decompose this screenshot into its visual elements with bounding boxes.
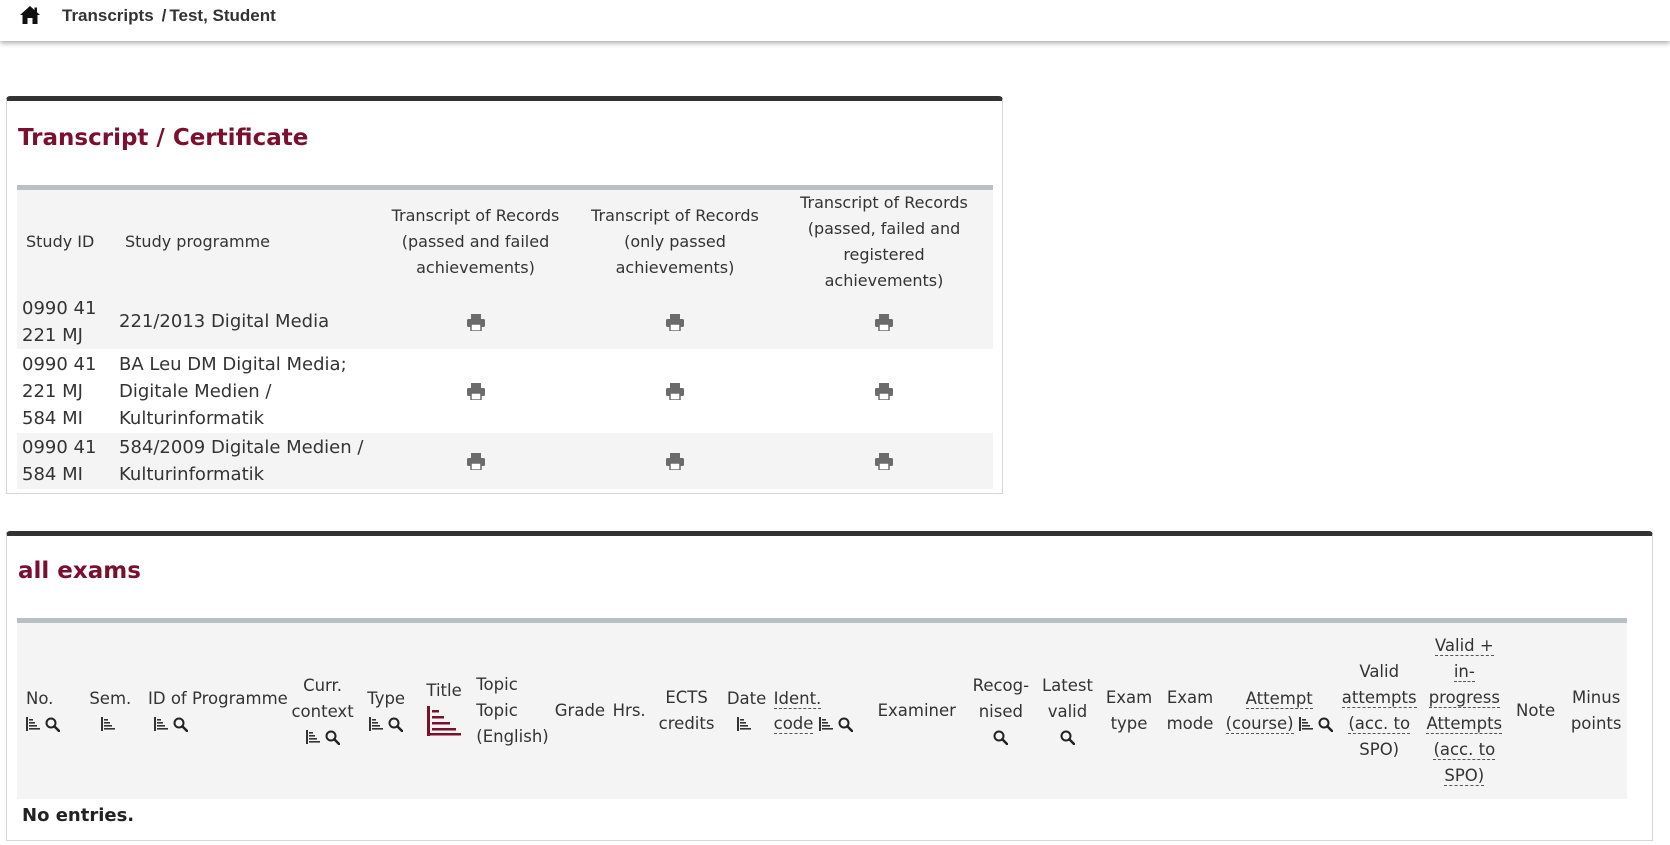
print-tor-registered[interactable] [775, 349, 993, 433]
col-exam-type: Exam type [1105, 687, 1153, 733]
col-tor-passed-failed: Transcript of Records (passed and failed a… [391, 206, 560, 277]
col-attempt-course: Attempt (course) [1223, 621, 1336, 799]
breadcrumb-separator: / [161, 6, 167, 25]
study-programme-cell: 221/2013 Digital Media [119, 311, 330, 332]
study-programme-cell: 584/2009 Digitale Medien / Kulturinformat… [119, 437, 364, 485]
col-title: Title [416, 621, 472, 799]
study-id-cell: 0990 41 584 MI [22, 437, 97, 485]
col-examiner: Examiner [877, 700, 956, 720]
sort-icon[interactable] [737, 717, 752, 732]
exams-panel: all exams No. Sem. ID of Programme Curr.… [6, 531, 1653, 841]
print-icon[interactable] [666, 383, 684, 400]
table-row: 0990 41 584 MI 584/2009 Digitale Medien /… [17, 433, 993, 489]
print-icon[interactable] [666, 313, 684, 331]
search-icon[interactable] [838, 717, 853, 732]
col-curr-context: Curr. context [289, 621, 357, 799]
breadcrumb: Transcripts / Test, Student [62, 6, 276, 26]
study-id-cell: 0990 41 221 MJ [22, 297, 97, 346]
exams-panel-title: all exams [18, 558, 141, 584]
sort-icon[interactable] [26, 717, 41, 732]
transcript-panel: Transcript / Certificate Study ID Study … [6, 96, 1003, 494]
col-recognised: Recog-nised [968, 621, 1035, 799]
col-exam-mode: Exam mode [1166, 687, 1214, 733]
top-bar: Transcripts / Test, Student [0, 0, 1670, 41]
breadcrumb-current: Test, Student [169, 6, 276, 25]
sort-icon[interactable] [369, 717, 384, 732]
search-icon[interactable] [45, 717, 60, 732]
sort-icon[interactable] [154, 717, 169, 732]
print-tor-passed-failed[interactable] [376, 433, 575, 489]
search-icon[interactable] [388, 717, 404, 732]
exams-table-header: No. Sem. ID of Programme Curr. context Ty… [17, 620, 1627, 799]
col-ects-credits: ECTS credits [658, 687, 715, 733]
table-row: 0990 41 221 MJ 584 MI BA Leu DM Digital Me… [17, 349, 993, 433]
print-icon[interactable] [875, 313, 893, 331]
col-type: Type [356, 621, 415, 799]
print-icon[interactable] [875, 383, 893, 400]
print-icon[interactable] [466, 313, 485, 331]
sort-ascending-icon[interactable] [427, 705, 462, 736]
col-minus-points: Minus points [1570, 687, 1622, 733]
search-icon[interactable] [1318, 717, 1333, 732]
no-entries-message: No entries. [22, 805, 135, 826]
sort-icon[interactable] [305, 730, 321, 745]
exams-table: No. Sem. ID of Programme Curr. context Ty… [17, 618, 1627, 829]
col-study-programme: Study programme [125, 232, 271, 251]
print-icon[interactable] [875, 453, 893, 470]
study-programme-cell: BA Leu DM Digital Media; Digitale Medien … [119, 353, 347, 429]
col-note: Note [1516, 700, 1556, 720]
col-tor-only-passed: Transcript of Records (only passed achieve… [591, 206, 759, 277]
print-icon[interactable] [466, 383, 485, 400]
transcript-table-header: Study ID Study programme Transcript of R… [17, 187, 993, 294]
col-grade: Grade [554, 700, 606, 720]
col-no: No. [17, 621, 82, 799]
sort-icon[interactable] [100, 717, 116, 732]
transcript-table: Study ID Study programme Transcript of R… [17, 185, 993, 489]
col-hrs: Hrs. [612, 700, 646, 720]
study-id-cell: 0990 41 221 MJ 584 MI [22, 353, 97, 429]
print-tor-passed-failed[interactable] [376, 349, 575, 433]
col-study-id: Study ID [26, 232, 95, 251]
home-icon[interactable] [19, 5, 41, 25]
print-tor-only-passed[interactable] [575, 433, 775, 489]
ident-code-label: Ident. [773, 688, 822, 709]
col-date: Date [723, 621, 769, 799]
col-topic: Topic Topic (English) [476, 674, 549, 746]
table-row: 0990 41 221 MJ 221/2013 Digital Media [17, 294, 993, 349]
print-tor-passed-failed[interactable] [376, 294, 575, 349]
print-icon[interactable] [466, 453, 485, 470]
print-tor-only-passed[interactable] [575, 294, 775, 349]
col-valid-attempts: Valid attempts (acc. to SPO) [1341, 661, 1417, 759]
breadcrumb-transcripts-link[interactable]: Transcripts [62, 6, 154, 25]
col-valid-inprogress-attempts: Valid + in- progress Attempts (acc. to S… [1426, 635, 1503, 786]
table-row: No entries. [17, 799, 1627, 829]
print-tor-only-passed[interactable] [575, 349, 775, 433]
col-ident-code: Ident. code [770, 621, 866, 799]
search-icon[interactable] [1060, 730, 1075, 745]
col-sem: Sem. [82, 621, 139, 799]
col-tor-registered: Transcript of Records (passed, failed and… [800, 193, 968, 290]
col-latest-valid: Latest valid [1034, 621, 1101, 799]
col-id-of-programme: ID of Programme [139, 621, 289, 799]
search-icon[interactable] [325, 730, 340, 745]
print-tor-registered[interactable] [775, 294, 993, 349]
sort-icon[interactable] [818, 717, 834, 732]
search-icon[interactable] [173, 717, 189, 732]
print-tor-registered[interactable] [775, 433, 993, 489]
transcript-panel-title: Transcript / Certificate [18, 125, 309, 151]
search-icon[interactable] [993, 730, 1009, 745]
print-icon[interactable] [666, 453, 684, 470]
sort-icon[interactable] [1298, 717, 1314, 732]
